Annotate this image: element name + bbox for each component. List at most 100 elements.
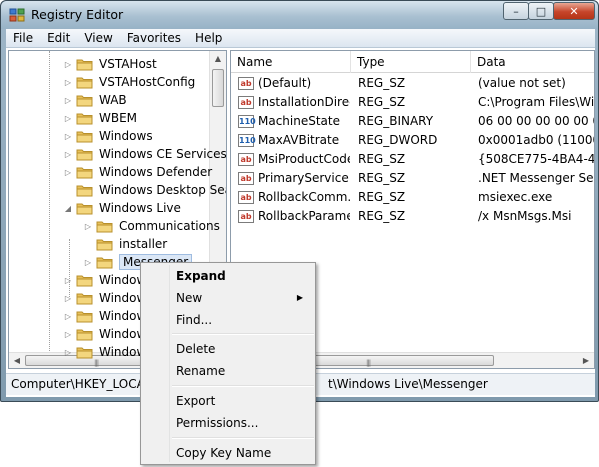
cell-name: PrimaryService xyxy=(258,171,349,185)
title-bar[interactable]: Registry Editor – □ ✕ xyxy=(1,1,598,29)
cell-data: 06 00 00 00 00 00 00 0 xyxy=(478,114,594,128)
list-row[interactable]: ab (Default) REG_SZ (value not set) xyxy=(231,74,594,93)
column-header-name[interactable]: Name xyxy=(231,51,351,73)
column-header-data[interactable]: Data xyxy=(471,51,594,73)
column-header-type[interactable]: Type xyxy=(351,51,471,73)
expand-menu-item[interactable]: Expand xyxy=(143,265,313,287)
string-value-icon: ab xyxy=(238,191,254,204)
expand-arrow-icon[interactable]: ▷ xyxy=(83,222,93,231)
menu-view[interactable]: View xyxy=(77,29,119,47)
find-menu-item[interactable]: Find... xyxy=(143,309,313,331)
list-row[interactable]: ab PrimaryService REG_SZ .NET Messenger Ser… xyxy=(231,169,594,188)
folder-icon xyxy=(76,58,93,71)
menu-bar: File Edit View Favorites Help xyxy=(6,29,595,48)
tree-item[interactable]: ▷ WAB xyxy=(63,91,127,109)
status-path-left: Computer\HKEY_LOCAL xyxy=(11,377,152,391)
collapse-arrow-icon[interactable]: ◢ xyxy=(63,204,73,213)
window-title: Registry Editor xyxy=(31,7,124,22)
list-row[interactable]: ab InstallationDirec... REG_SZ C:\Program F… xyxy=(231,93,594,112)
tree-item-label[interactable]: WBEM xyxy=(99,111,137,125)
list-row[interactable]: ab MsiProductCode REG_SZ {508CE775-4BA4-474… xyxy=(231,150,594,169)
copy-key-name-menu-item[interactable]: Copy Key Name xyxy=(143,442,313,464)
list-row[interactable]: 110 MaxAVBitrate REG_DWORD 0x0001adb0 (1100… xyxy=(231,131,594,150)
tree-item-label[interactable]: installer xyxy=(119,237,167,251)
tree-item-label[interactable]: VSTAHost xyxy=(99,57,157,71)
minimize-button[interactable]: – xyxy=(503,2,529,20)
menu-separator xyxy=(172,385,314,387)
cell-type: REG_BINARY xyxy=(358,114,434,128)
tree-item-label[interactable]: WAB xyxy=(99,93,127,107)
scroll-up-arrow-icon[interactable]: ▲ xyxy=(210,51,226,67)
expand-arrow-icon[interactable]: ▷ xyxy=(63,312,73,321)
expand-arrow-icon[interactable]: ▷ xyxy=(63,114,73,123)
cell-name: RollbackParame... xyxy=(258,209,350,223)
close-button[interactable]: ✕ xyxy=(553,2,595,20)
expand-arrow-icon[interactable]: ▷ xyxy=(63,348,73,357)
tree-item[interactable]: ▷ Window xyxy=(63,307,146,325)
expand-arrow-icon[interactable]: ▷ xyxy=(63,294,73,303)
string-value-icon: ab xyxy=(238,153,254,166)
expand-arrow-icon[interactable]: ▷ xyxy=(63,150,73,159)
expand-arrow-icon[interactable]: ▷ xyxy=(63,168,73,177)
context-menu: Expand New ▶ Find... Delete Rename Export Permi… xyxy=(140,262,316,465)
cell-data: (value not set) xyxy=(478,76,566,90)
list-row[interactable]: ab RollbackParame... REG_SZ/x MsnMsgs.Msi xyxy=(231,207,594,226)
tree-item[interactable]: ▷ WBEM xyxy=(63,109,137,127)
maximize-button[interactable]: □ xyxy=(528,2,554,20)
expand-arrow-icon[interactable]: ▷ xyxy=(63,78,73,87)
tree-item-label[interactable]: Windows Desktop Sea xyxy=(99,183,226,197)
tree-item-label[interactable]: Windows Defender xyxy=(99,165,212,179)
menu-separator xyxy=(172,333,314,335)
menu-item-label: Copy Key Name xyxy=(176,446,272,460)
cell-type: REG_SZ xyxy=(358,190,406,204)
tree-item-label[interactable]: Windows Live xyxy=(99,201,181,215)
folder-icon xyxy=(96,256,113,269)
expand-arrow-icon[interactable]: ▷ xyxy=(63,276,73,285)
tree-item[interactable]: ▷ Window xyxy=(63,343,146,361)
tree-item[interactable]: installer xyxy=(83,235,167,253)
cell-data: C:\Program Files\Win xyxy=(478,95,595,109)
tree-item[interactable]: ▷ Windows CE Services xyxy=(63,145,226,163)
menu-file[interactable]: File xyxy=(6,29,40,47)
tree-item[interactable]: ▷ Windows xyxy=(63,127,153,145)
cell-type: REG_SZ xyxy=(358,209,406,223)
submenu-arrow-icon: ▶ xyxy=(296,293,303,302)
status-path-right: t\Windows Live\Messenger xyxy=(328,377,488,391)
scroll-left-arrow-icon[interactable]: ◀ xyxy=(9,353,25,368)
tree-vertical-scroll-thumb[interactable] xyxy=(212,69,224,107)
cell-name: (Default) xyxy=(258,76,312,90)
tree-item-label[interactable]: Windows xyxy=(99,129,153,143)
string-value-icon: ab xyxy=(238,77,254,90)
tree-item[interactable]: ▷ Window xyxy=(63,289,146,307)
tree-item[interactable]: ▷ VSTAHost xyxy=(63,55,157,73)
new-menu-item[interactable]: New ▶ xyxy=(143,287,313,309)
grip-icon: ||| xyxy=(366,359,371,367)
tree-item[interactable]: ▷ Window xyxy=(63,325,146,343)
expand-arrow-icon[interactable]: ▷ xyxy=(63,96,73,105)
cell-type: REG_SZ xyxy=(358,95,406,109)
list-row[interactable]: ab RollbackComm... REG_SZ msiexec.exe xyxy=(231,188,594,207)
list-row[interactable]: 110 MachineState REG_BINARY 06 00 00 00 00 … xyxy=(231,112,594,131)
folder-icon xyxy=(96,220,113,233)
menu-favorites[interactable]: Favorites xyxy=(120,29,188,47)
expand-arrow-icon[interactable]: ▷ xyxy=(63,132,73,141)
tree-item[interactable]: ▷ Communications xyxy=(83,217,220,235)
expand-arrow-icon[interactable]: ▷ xyxy=(63,60,73,69)
rename-menu-item[interactable]: Rename xyxy=(143,360,313,382)
tree-item[interactable]: ◢ Windows Live xyxy=(63,199,181,217)
tree-item-label[interactable]: VSTAHostConfig xyxy=(99,75,195,89)
permissions-menu-item[interactable]: Permissions... xyxy=(143,412,313,434)
tree-item[interactable]: Windows Desktop Sea xyxy=(63,181,226,199)
scroll-right-arrow-icon[interactable]: ▶ xyxy=(578,353,594,368)
tree-item[interactable]: ▷ Window xyxy=(63,271,146,289)
export-menu-item[interactable]: Export xyxy=(143,390,313,412)
menu-edit[interactable]: Edit xyxy=(40,29,77,47)
tree-item-label[interactable]: Windows CE Services xyxy=(99,147,226,161)
menu-help[interactable]: Help xyxy=(188,29,229,47)
expand-arrow-icon[interactable]: ▷ xyxy=(83,258,93,267)
tree-item[interactable]: ▷ VSTAHostConfig xyxy=(63,73,195,91)
tree-item[interactable]: ▷ Windows Defender xyxy=(63,163,212,181)
expand-arrow-icon[interactable]: ▷ xyxy=(63,330,73,339)
delete-menu-item[interactable]: Delete xyxy=(143,338,313,360)
tree-item-label[interactable]: Communications xyxy=(119,219,220,233)
